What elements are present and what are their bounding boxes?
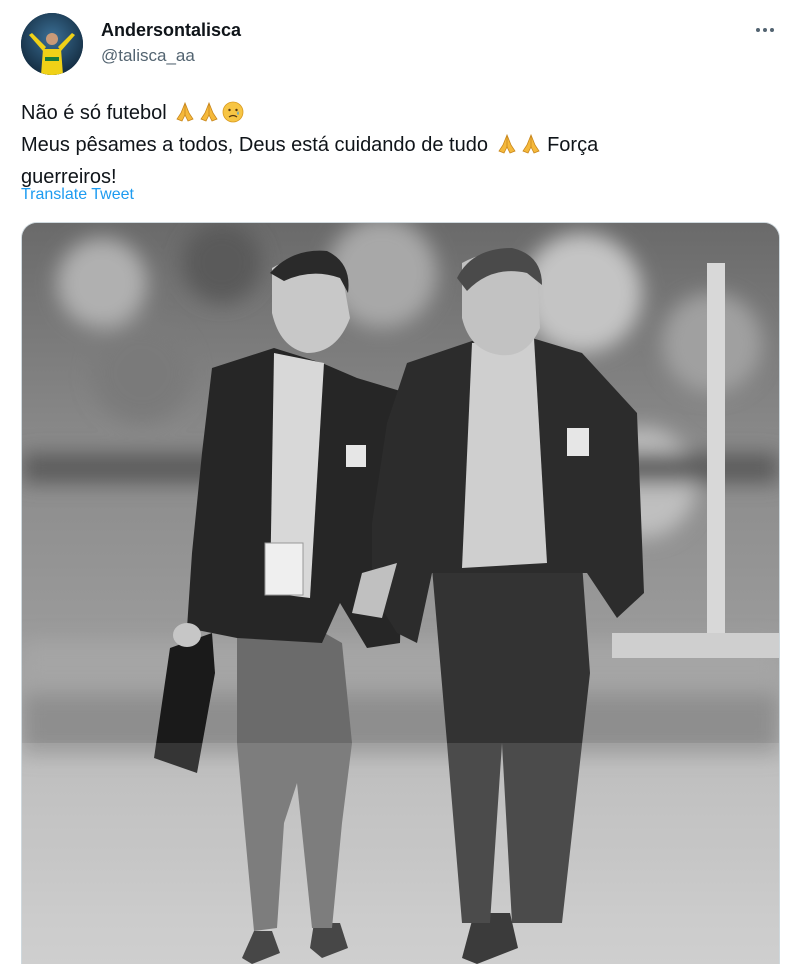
author-display-name[interactable]: Andersontalisca [101, 20, 241, 41]
tweet-photo[interactable] [21, 222, 780, 964]
more-horizontal-icon[interactable] [750, 18, 780, 42]
tweet-text: Não é só futebol Meus pêsames a todos, D… [21, 99, 761, 191]
tweet-line-2-tail: Força [547, 134, 599, 156]
author-handle[interactable]: @talisca_aa [101, 46, 195, 66]
author-avatar[interactable] [21, 13, 83, 75]
sad-relieved-face-emoji [222, 101, 244, 131]
tweet-line-1-text: Não é só futebol [21, 102, 167, 124]
ground [22, 743, 779, 964]
tweet-line-3-text: guerreiros! [21, 166, 117, 188]
praying-hands-emoji [174, 101, 196, 131]
tweet-line-2-text: Meus pêsames a todos, Deus está cuidando… [21, 134, 488, 156]
praying-hands-emoji [496, 133, 518, 163]
goal-post [707, 263, 725, 643]
tweet-line-1: Não é só futebol [21, 99, 761, 131]
translate-tweet-link[interactable]: Translate Tweet [21, 186, 134, 204]
praying-hands-emoji [520, 133, 542, 163]
goal-bar [612, 633, 779, 658]
more-dot [770, 28, 774, 32]
praying-hands-emoji [198, 101, 220, 131]
more-dot [756, 28, 760, 32]
more-dot [763, 28, 767, 32]
tweet-line-2: Meus pêsames a todos, Deus está cuidando… [21, 131, 761, 163]
